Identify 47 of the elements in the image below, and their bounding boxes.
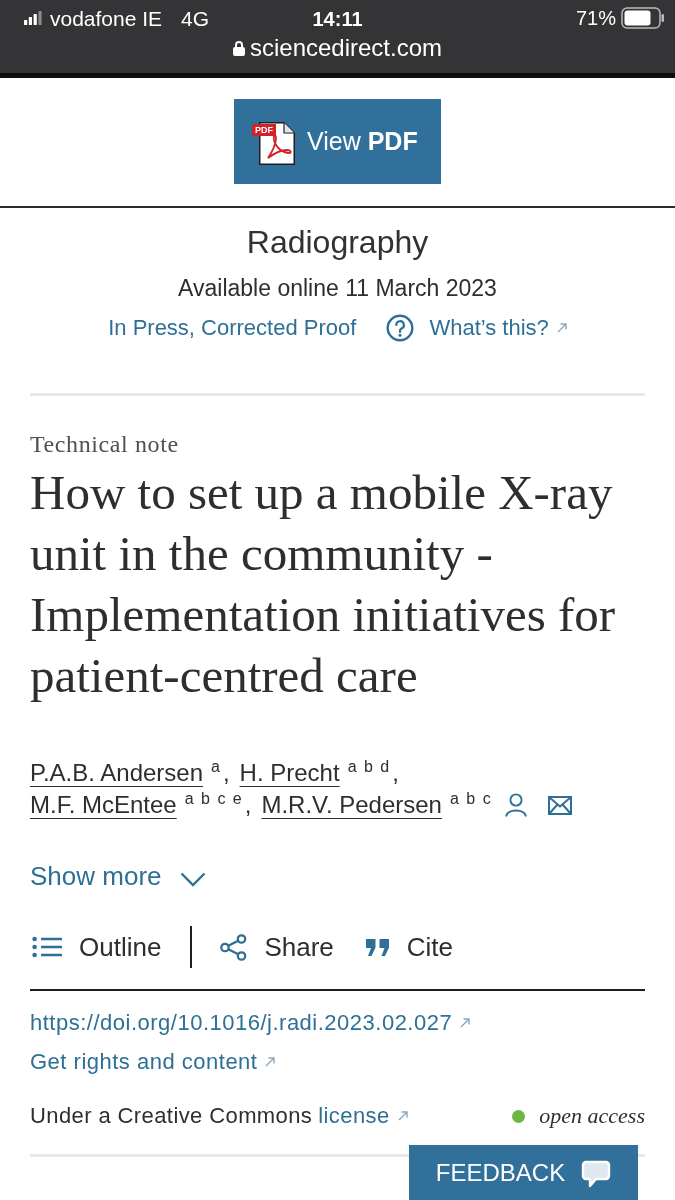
- affiliation-superscript: a b c: [449, 791, 491, 807]
- doi-link[interactable]: https://doi.org/10.1016/j.radi.2023.02.027: [30, 1012, 471, 1034]
- author-link[interactable]: H. Precht: [239, 757, 348, 789]
- share-button[interactable]: Share: [220, 933, 334, 961]
- author-link[interactable]: M.F. McEntee: [30, 789, 185, 821]
- battery-percent: 71%: [575, 8, 616, 28]
- license-link[interactable]: license: [318, 1105, 408, 1127]
- article-status-link[interactable]: In Press, Corrected Proof: [108, 317, 357, 339]
- share-icon: [220, 933, 248, 961]
- help-link[interactable]: What’s this?: [429, 317, 567, 339]
- license-statement: Under a Creative Commons license: [30, 1105, 408, 1127]
- affiliation-superscript: a b d: [347, 759, 390, 775]
- list-icon: [32, 936, 62, 958]
- speech-bubble-icon: [581, 1160, 612, 1189]
- chevron-down-icon: [179, 871, 206, 887]
- outline-button[interactable]: Outline: [32, 934, 162, 960]
- affiliation-superscript: a: [211, 759, 220, 775]
- quote-marks-icon: [365, 938, 390, 956]
- url-address[interactable]: sciencedirect.com: [249, 36, 443, 60]
- availability-date: Available online 11 March 2023: [178, 276, 497, 300]
- article-type: Technical note: [30, 432, 179, 456]
- open-access-label: open access: [539, 1105, 645, 1127]
- external-link-icon: [265, 1057, 276, 1067]
- author-link[interactable]: M.R.V. Pedersen: [261, 789, 450, 821]
- cite-button[interactable]: Cite: [365, 934, 454, 960]
- external-link-icon: [556, 323, 567, 333]
- feedback-button[interactable]: FEEDBACK: [409, 1145, 638, 1200]
- article-title: How to set up a mobile X-ray unit in the community - Implementation initiatives for patient-centred care: [30, 464, 617, 705]
- lock-icon: [232, 40, 245, 56]
- separator-comma: ,: [222, 758, 230, 788]
- battery-icon: [621, 7, 665, 29]
- clock-time: 14:11: [312, 9, 363, 29]
- carrier-name: vodafone IE: [50, 7, 163, 29]
- view-pdf-button[interactable]: PDF View PDF: [234, 99, 441, 184]
- show-more-button[interactable]: Show more: [30, 863, 206, 889]
- external-link-icon: [397, 1111, 408, 1121]
- separator-comma: ,: [392, 758, 399, 788]
- signal-bars-icon: [24, 11, 42, 25]
- status-dot-icon: [512, 1109, 526, 1123]
- journal-name[interactable]: Radiography: [246, 226, 429, 258]
- network-type: 4G: [181, 7, 210, 29]
- external-link-icon: [460, 1018, 471, 1028]
- affiliation-superscript: a b c e: [184, 791, 242, 807]
- separator-comma: ,: [244, 790, 252, 820]
- help-circle-icon: [386, 314, 415, 342]
- author-link[interactable]: P.A.B. Andersen: [30, 757, 211, 789]
- rights-link[interactable]: Get rights and content: [30, 1051, 276, 1073]
